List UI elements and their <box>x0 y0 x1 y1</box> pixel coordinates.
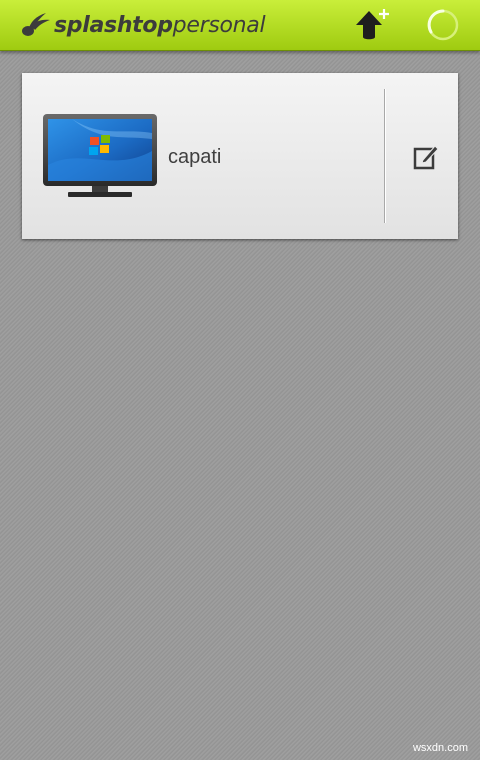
top-bar: splashtop personal <box>0 0 480 51</box>
edit-icon[interactable] <box>412 143 440 171</box>
logo-text-splashtop: splashtop <box>54 12 173 38</box>
computer-name: capati <box>168 146 222 168</box>
logo-text-personal: personal <box>172 12 266 38</box>
computer-list-item[interactable]: capati <box>22 73 458 239</box>
app-logo: splashtop personal <box>18 6 266 44</box>
add-computer-icon[interactable] <box>352 6 392 44</box>
refresh-spinner-icon[interactable] <box>425 7 461 43</box>
windows-monitor-icon <box>43 114 157 197</box>
splashtop-logo-icon <box>22 13 50 36</box>
divider <box>384 89 385 223</box>
watermark: wsxdn.com <box>412 742 468 754</box>
